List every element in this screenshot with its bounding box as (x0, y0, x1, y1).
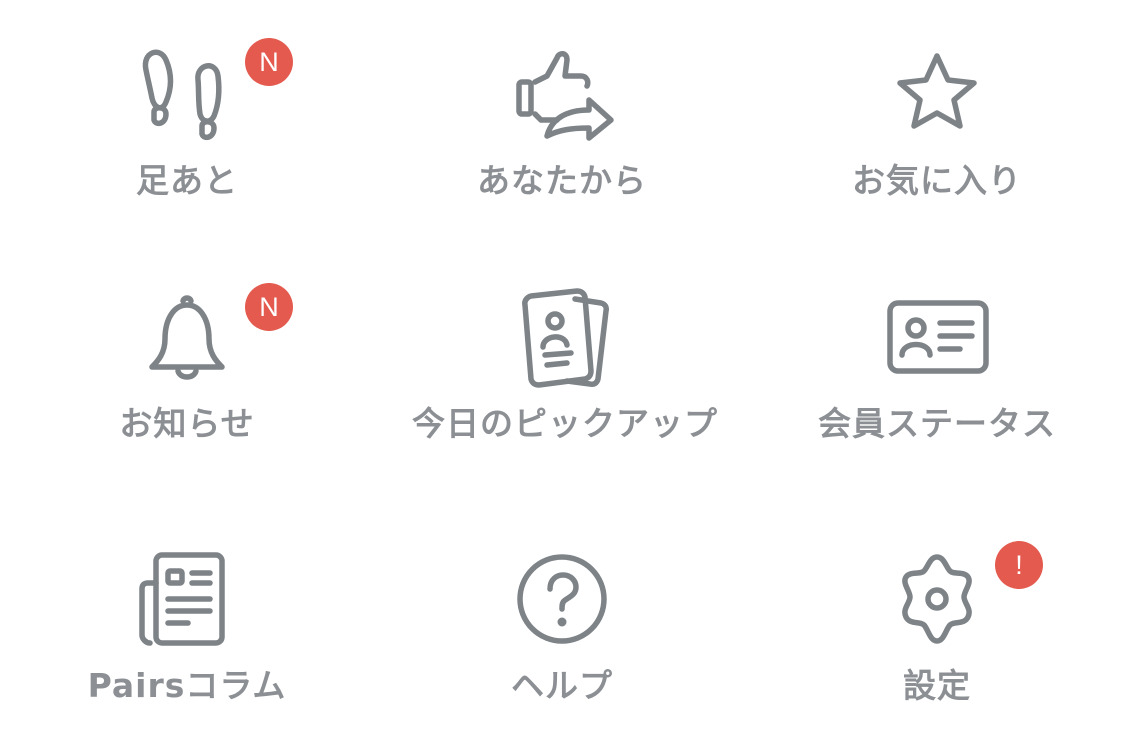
menu-item-help[interactable]: ヘルプ (412, 545, 712, 745)
notification-badge: N (245, 283, 293, 331)
menu-item-label: お知らせ (119, 404, 255, 443)
thumbs-up-share-icon (507, 40, 617, 150)
menu-item-todays-pickup[interactable]: 今日のピックアップ (412, 283, 718, 483)
question-circle-icon (507, 545, 617, 655)
menu-item-label: 足あと (136, 161, 238, 200)
menu-item-label: 今日のピックアップ (412, 404, 718, 443)
menu-item-label: あなたから (477, 161, 647, 200)
menu-item-settings[interactable]: ! 設定 (787, 541, 1087, 745)
menu-item-favorites[interactable]: お気に入り (787, 40, 1087, 240)
menu-item-pairs-column[interactable]: Pairsコラム (37, 545, 337, 745)
menu-item-label: お気に入り (852, 161, 1022, 200)
gear-icon (882, 545, 992, 655)
menu-item-label: ヘルプ (511, 666, 613, 705)
notification-badge: N (245, 38, 293, 86)
menu-item-label: 会員ステータス (818, 404, 1056, 443)
star-icon (882, 40, 992, 150)
profile-cards-icon (507, 283, 617, 393)
menu-item-label: 設定 (903, 666, 971, 705)
menu-item-label: Pairsコラム (87, 666, 287, 705)
alert-badge: ! (995, 541, 1043, 589)
menu-item-notifications[interactable]: N お知らせ (37, 283, 337, 483)
menu-item-footprints[interactable]: N 足あと (37, 38, 337, 240)
id-card-icon (882, 283, 992, 393)
footprints-icon (132, 40, 242, 150)
bell-icon (132, 283, 242, 393)
menu-grid: N 足あと あなたから お気に入り N お知らせ 今日のピックアップ 会員ステー… (0, 0, 1125, 735)
menu-item-member-status[interactable]: 会員ステータス (787, 283, 1087, 483)
menu-item-from-you[interactable]: あなたから (412, 40, 712, 240)
newspaper-icon (132, 545, 242, 655)
